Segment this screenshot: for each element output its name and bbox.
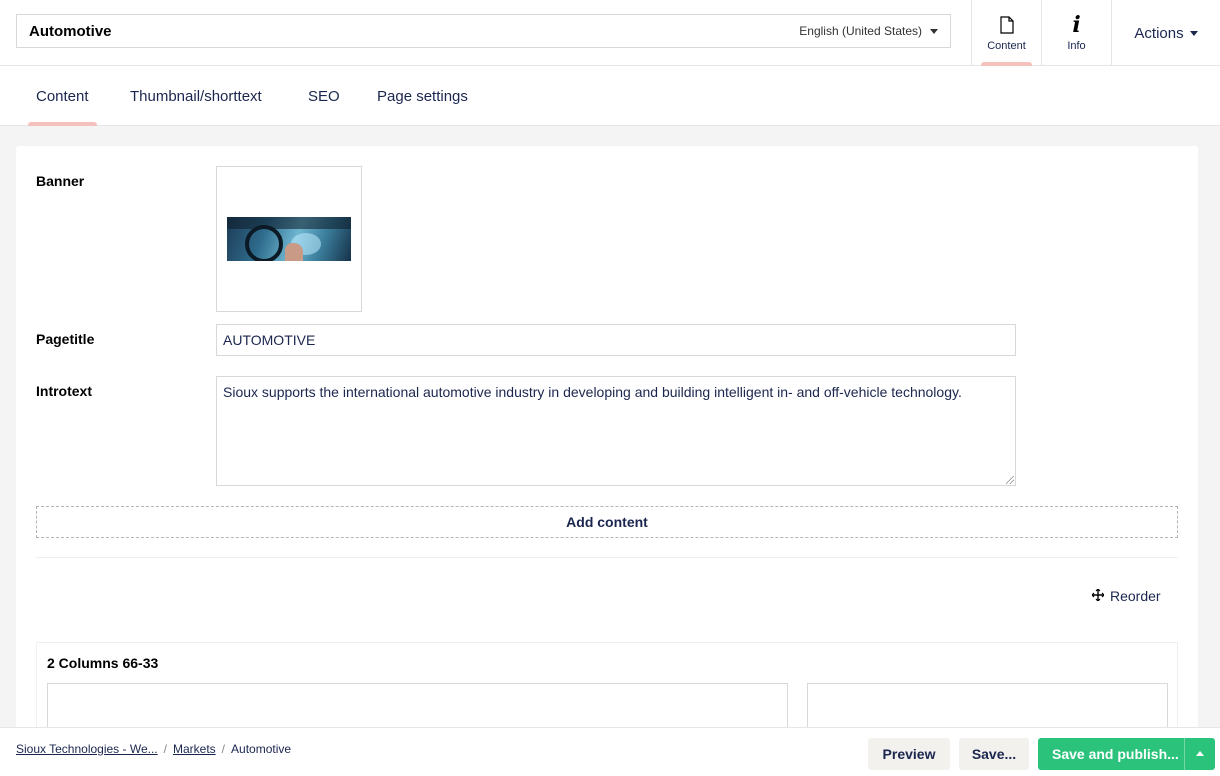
document-icon — [999, 14, 1014, 36]
breadcrumb-separator: / — [163, 742, 167, 756]
breadcrumb-item-markets[interactable]: Markets — [173, 742, 216, 756]
banner-image-steering-wheel — [245, 225, 283, 261]
tab-seo[interactable]: SEO — [308, 66, 340, 126]
tab-thumbnail-shorttext[interactable]: Thumbnail/shorttext — [130, 66, 262, 126]
resize-grip-icon[interactable] — [1006, 476, 1014, 484]
actions-menu-button[interactable]: Actions — [1111, 0, 1220, 66]
pagetitle-input[interactable]: AUTOMOTIVE — [216, 324, 1016, 356]
caret-down-icon — [1189, 30, 1198, 36]
tab-page-settings[interactable]: Page settings — [377, 66, 468, 126]
save-button[interactable]: Save... — [959, 738, 1029, 770]
banner-image[interactable] — [227, 217, 351, 261]
language-selector[interactable]: English (United States) — [799, 24, 938, 38]
pagetitle-value: AUTOMOTIVE — [223, 332, 316, 348]
breadcrumb-separator: / — [221, 742, 226, 756]
editor-header: Automotive English (United States) Conte… — [0, 0, 1220, 66]
node-name-value[interactable]: Automotive — [29, 23, 112, 40]
tab-content[interactable]: Content — [28, 66, 97, 126]
app-content-label: Content — [987, 40, 1026, 52]
move-icon — [1091, 588, 1105, 604]
language-label: English (United States) — [799, 24, 922, 38]
actions-label: Actions — [1134, 24, 1184, 42]
caret-down-icon — [930, 28, 938, 34]
content-panel: Banner Pagetitle AUTOMOTIVE Introtext Si… — [16, 146, 1198, 743]
add-content-label: Add content — [566, 514, 648, 530]
breadcrumb-item-root[interactable]: Sioux Technologies - We... — [16, 742, 158, 756]
introtext-label: Introtext — [36, 383, 92, 399]
info-icon: i — [1072, 12, 1081, 38]
app-content-button[interactable]: Content — [971, 0, 1041, 66]
banner-image-dashboard — [227, 217, 351, 229]
preview-label: Preview — [882, 746, 936, 762]
node-name-field[interactable]: Automotive English (United States) — [16, 14, 951, 48]
breadcrumb: Sioux Technologies - We... / Markets / A… — [16, 742, 291, 756]
divider — [36, 557, 1178, 558]
introtext-textarea[interactable]: Sioux supports the international automot… — [216, 376, 1016, 486]
banner-image-hand — [285, 243, 303, 261]
introtext-value: Sioux supports the international automot… — [223, 384, 962, 400]
banner-media-picker[interactable] — [216, 166, 362, 312]
editor-footer: Sioux Technologies - We... / Markets / A… — [0, 727, 1220, 776]
content-tabs: Content Thumbnail/shorttext SEO Page set… — [0, 66, 1220, 126]
app-info-label: Info — [1067, 40, 1086, 52]
button-split-divider — [1184, 738, 1185, 770]
grid-layout-title: 2 Columns 66-33 — [47, 655, 159, 671]
save-and-publish-button[interactable]: Save and publish... — [1038, 738, 1215, 770]
app-info-button[interactable]: i Info — [1041, 0, 1111, 66]
breadcrumb-item-current: Automotive — [231, 742, 292, 756]
reorder-button[interactable]: Reorder — [1091, 586, 1161, 606]
save-and-publish-label: Save and publish... — [1052, 746, 1179, 762]
save-label: Save... — [971, 746, 1017, 762]
caret-up-icon[interactable] — [1196, 751, 1204, 756]
reorder-label: Reorder — [1110, 588, 1161, 604]
add-content-button[interactable]: Add content — [36, 506, 1178, 538]
preview-button[interactable]: Preview — [868, 738, 950, 770]
banner-label: Banner — [36, 173, 85, 189]
pagetitle-label: Pagetitle — [36, 331, 95, 347]
